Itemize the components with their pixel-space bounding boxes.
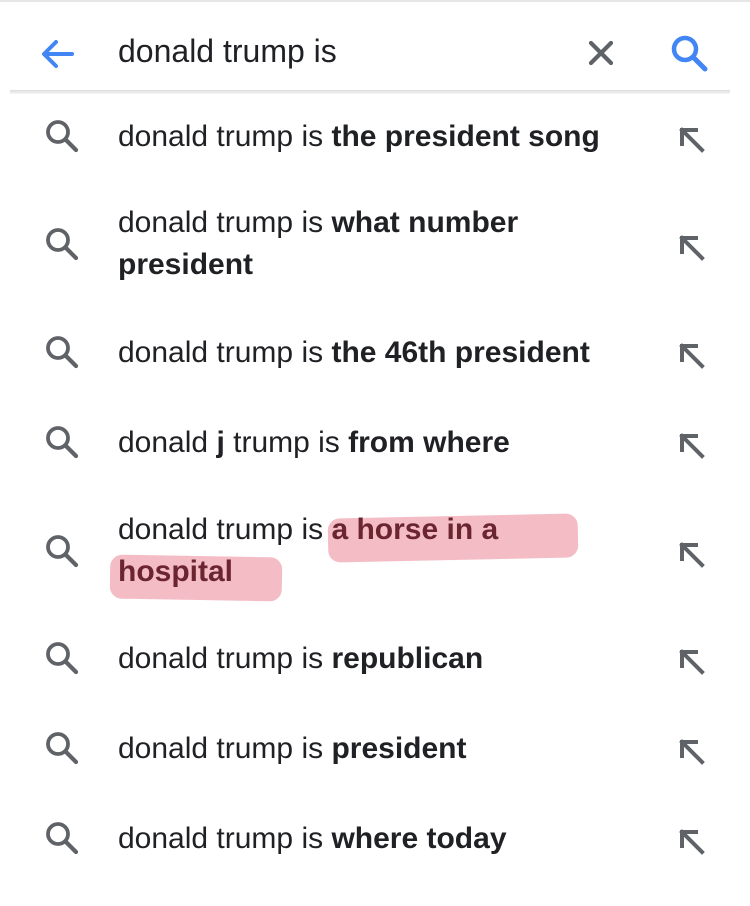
- search-icon: [46, 228, 79, 261]
- suggestion-prefix: donald trump is: [118, 336, 332, 369]
- suggestion-prefix: donald trump is: [118, 513, 332, 546]
- suggestion-item[interactable]: donald trump is president: [0, 724, 750, 776]
- arrow-back-icon[interactable]: [38, 34, 78, 74]
- suggestion-prefix: donald trump is: [118, 822, 332, 855]
- suggestion-completion: where today: [331, 822, 507, 855]
- suggestion-middle: trump is: [224, 426, 349, 459]
- suggestion-text: donald trump is the president song: [118, 116, 648, 158]
- suggestion-prefix: donald trump is: [118, 732, 332, 765]
- arrow-up-left-icon[interactable]: [674, 537, 708, 571]
- search-icon: [46, 426, 79, 459]
- suggestion-prefix: donald trump is: [118, 206, 332, 239]
- suggestion-prefix: donald trump is: [118, 120, 332, 153]
- suggestion-text: donald trump is republican: [118, 638, 648, 680]
- arrow-up-left-icon[interactable]: [674, 230, 708, 264]
- arrow-up-left-icon[interactable]: [674, 122, 708, 156]
- search-icon: [46, 732, 79, 765]
- suggestion-item-highlighted[interactable]: donald trump is a horse in a hospital: [0, 505, 750, 601]
- arrow-up-left-icon[interactable]: [674, 644, 708, 678]
- suggestion-completion: the 46th president: [331, 336, 590, 369]
- suggestion-text: donald trump is president: [118, 728, 648, 770]
- search-bar: [0, 6, 750, 92]
- suggestion-completion: from where: [348, 426, 510, 459]
- close-icon[interactable]: [584, 36, 618, 70]
- arrow-up-left-icon[interactable]: [674, 338, 708, 372]
- suggestion-item[interactable]: donald trump is the 46th president: [0, 328, 750, 380]
- search-icon: [46, 535, 79, 568]
- suggestion-completion: republican: [331, 642, 484, 675]
- arrow-up-left-icon[interactable]: [674, 428, 708, 462]
- search-input[interactable]: [118, 28, 558, 74]
- suggestion-text: donald trump is what number president: [118, 202, 648, 286]
- suggestion-item[interactable]: donald trump is what number president: [0, 198, 750, 294]
- suggestion-text: donald j trump is from where: [118, 422, 648, 464]
- search-icon: [46, 642, 79, 675]
- suggestion-prefix: donald: [118, 426, 217, 459]
- search-icon[interactable]: [668, 32, 710, 74]
- suggestion-item[interactable]: donald trump is where today: [0, 814, 750, 866]
- suggestion-completion: the president song: [331, 120, 600, 153]
- search-icon: [46, 120, 79, 153]
- arrow-up-left-icon[interactable]: [674, 734, 708, 768]
- suggestion-item[interactable]: donald trump is the president song: [0, 112, 750, 164]
- suggestion-bold-part: j: [216, 426, 225, 459]
- arrow-up-left-icon[interactable]: [674, 824, 708, 858]
- suggestion-text: donald trump is where today: [118, 818, 648, 860]
- suggestion-item[interactable]: donald j trump is from where: [0, 418, 750, 470]
- search-icon: [46, 336, 79, 369]
- search-bar-shadow: [10, 90, 730, 94]
- suggestion-prefix: donald trump is: [118, 642, 332, 675]
- top-divider: [0, 0, 750, 2]
- suggestion-text: donald trump is a horse in a hospital: [118, 509, 598, 593]
- suggestion-text: donald trump is the 46th president: [118, 332, 648, 374]
- search-icon: [46, 822, 79, 855]
- suggestion-completion: president: [331, 732, 467, 765]
- suggestion-item[interactable]: donald trump is republican: [0, 634, 750, 686]
